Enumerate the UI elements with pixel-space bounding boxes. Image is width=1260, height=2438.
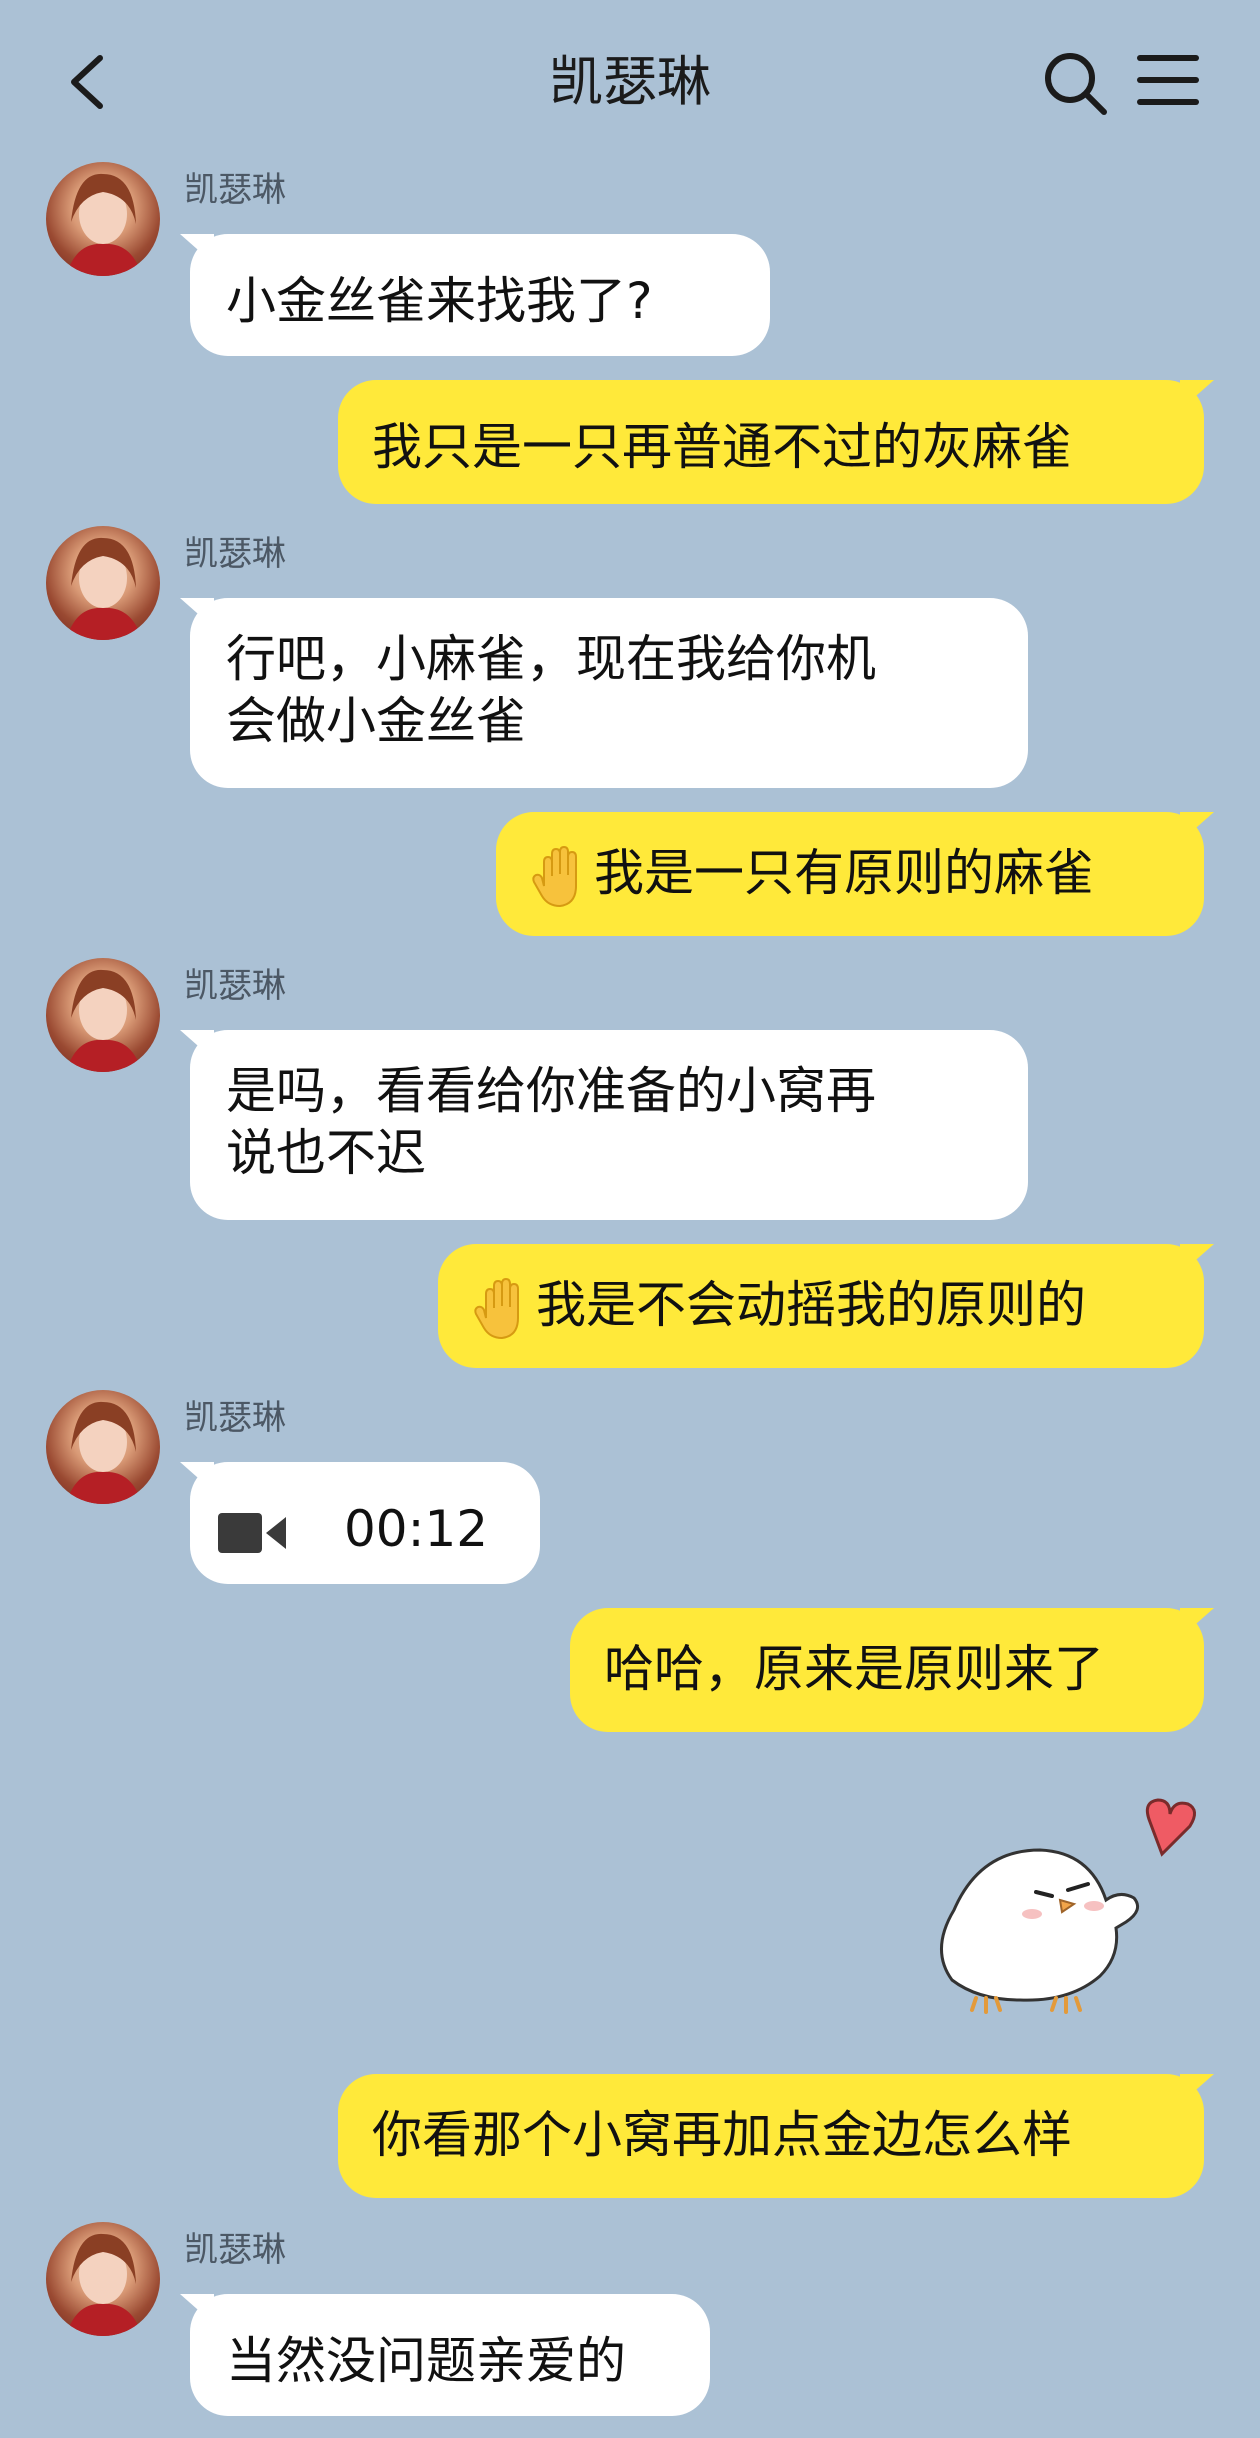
avatar-portrait-icon xyxy=(66,1401,142,1504)
video-call-record[interactable]: 00:12 xyxy=(190,1462,540,1584)
menu-icon xyxy=(1137,55,1199,105)
message-text: 我只是一只再普通不过的灰麻雀 xyxy=(372,418,1072,476)
raised-hand-icon xyxy=(474,1277,519,1339)
sender-name: 凯瑟琳 xyxy=(184,1398,286,1438)
message-bubble-outgoing[interactable]: 我是一只有原则的麻雀 xyxy=(496,812,1204,936)
raised-hand-icon xyxy=(532,845,577,907)
call-duration: 00:12 xyxy=(344,1500,489,1558)
menu-button[interactable] xyxy=(1136,50,1200,110)
message-bubble-incoming[interactable]: 小金丝雀来找我了? xyxy=(190,234,770,356)
message-text: 我是一只有原则的麻雀 xyxy=(594,844,1094,902)
message-text: 行吧，小麻雀，现在我给你机 会做小金丝雀 xyxy=(226,630,876,750)
message-text: 是吗，看看给你准备的小窝再 说也不迟 xyxy=(226,1062,876,1182)
avatar-portrait-icon xyxy=(66,537,142,640)
message-text: 当然没问题亲爱的 xyxy=(226,2332,626,2390)
avatar-portrait-icon xyxy=(66,173,142,276)
avatar-portrait-icon xyxy=(66,969,142,1072)
search-button[interactable] xyxy=(1040,44,1110,120)
sender-name: 凯瑟琳 xyxy=(184,534,286,574)
message-bubble-outgoing[interactable]: 你看那个小窝再加点金边怎么样 xyxy=(338,2074,1204,2198)
avatar[interactable] xyxy=(46,1390,160,1504)
sender-name: 凯瑟琳 xyxy=(184,966,286,1006)
back-button[interactable] xyxy=(60,44,120,120)
message-bubble-incoming[interactable]: 行吧，小麻雀，现在我给你机 会做小金丝雀 xyxy=(190,598,1028,788)
message-bubble-outgoing[interactable]: 我只是一只再普通不过的灰麻雀 xyxy=(338,380,1204,504)
avatar[interactable] xyxy=(46,2222,160,2336)
sender-name: 凯瑟琳 xyxy=(184,2230,286,2270)
avatar[interactable] xyxy=(46,526,160,640)
top-bar: 凯瑟琳 xyxy=(0,0,1260,160)
video-camera-icon xyxy=(218,1512,286,1553)
chick-heart-sticker[interactable] xyxy=(920,1780,1220,2020)
message-bubble-incoming[interactable]: 当然没问题亲爱的 xyxy=(190,2294,710,2416)
message-text: 哈哈，原来是原则来了 xyxy=(604,1640,1104,1698)
message-text: 你看那个小窝再加点金边怎么样 xyxy=(372,2106,1072,2164)
avatar-portrait-icon xyxy=(66,2233,142,2336)
message-bubble-outgoing[interactable]: 哈哈，原来是原则来了 xyxy=(570,1608,1204,1732)
avatar[interactable] xyxy=(46,958,160,1072)
sender-name: 凯瑟琳 xyxy=(184,170,286,210)
avatar[interactable] xyxy=(46,162,160,276)
message-text: 我是不会动摇我的原则的 xyxy=(536,1276,1086,1334)
search-icon xyxy=(1045,53,1107,115)
chick-heart-icon xyxy=(940,1798,1196,2014)
message-bubble-incoming[interactable]: 是吗，看看给你准备的小窝再 说也不迟 xyxy=(190,1030,1028,1220)
message-bubble-outgoing[interactable]: 我是不会动摇我的原则的 xyxy=(438,1244,1204,1368)
chevron-left-icon xyxy=(71,55,103,109)
message-text: 小金丝雀来找我了? xyxy=(226,272,653,330)
